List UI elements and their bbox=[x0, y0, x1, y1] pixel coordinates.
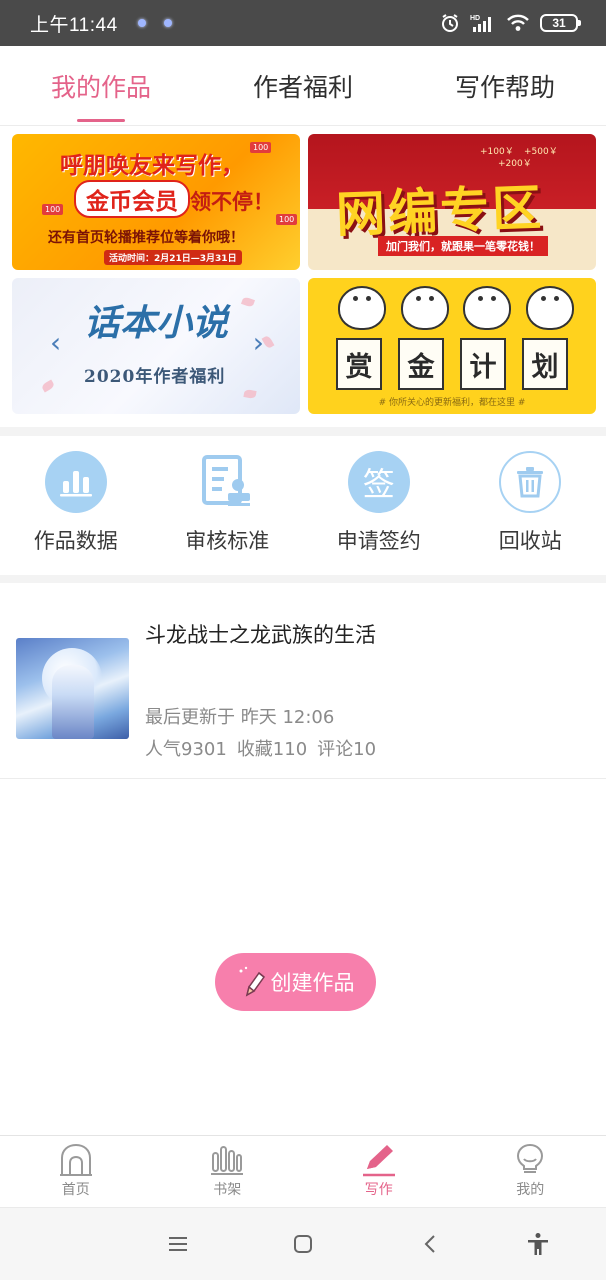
bounty-signs: 赏 金 计 划 bbox=[336, 338, 568, 390]
bounty-sign: 计 bbox=[460, 338, 506, 390]
tool-label: 审核标准 bbox=[185, 529, 270, 553]
nav-write[interactable]: 写作 bbox=[303, 1136, 455, 1207]
trash-bin-icon bbox=[499, 451, 562, 513]
banner-title: 网编专区 bbox=[335, 179, 546, 244]
tool-apply-contract[interactable]: 签 申请签约 bbox=[303, 436, 455, 575]
banner-tag: 100 bbox=[42, 204, 64, 215]
nav-bookshelf[interactable]: 书架 bbox=[152, 1136, 304, 1207]
notification-dot-icon bbox=[137, 19, 146, 27]
create-work-label: 创建作品 bbox=[270, 971, 355, 995]
section-divider bbox=[0, 575, 606, 583]
svg-text:HD: HD bbox=[470, 15, 480, 22]
petal-decoration bbox=[243, 389, 257, 399]
work-title: 斗龙战士之龙武族的生活 bbox=[145, 623, 376, 647]
chevron-left-icon: ‹ bbox=[50, 326, 62, 359]
review-document-icon bbox=[196, 451, 258, 513]
nav-label: 首页 bbox=[61, 1182, 90, 1198]
cat-icon bbox=[525, 286, 574, 330]
tool-row: 作品数据 审核标准 签 申请签约 回收站 bbox=[0, 436, 606, 575]
notification-icons bbox=[137, 19, 172, 27]
work-favorites: 收藏110 bbox=[236, 739, 308, 760]
top-tabs: 我的作品 作者福利 写作帮助 bbox=[0, 46, 606, 126]
wifi-icon bbox=[507, 14, 529, 31]
nav-label: 书架 bbox=[213, 1182, 242, 1198]
back-icon[interactable] bbox=[416, 1230, 444, 1258]
tool-label: 申请签约 bbox=[336, 529, 421, 553]
nav-label: 写作 bbox=[364, 1182, 393, 1198]
petal-decoration bbox=[40, 379, 56, 393]
banner-money-mark: +200￥ bbox=[498, 159, 532, 169]
banner-bounty-plan[interactable]: 赏 金 计 划 # 你所关心的更新福利，都在这里 # bbox=[308, 278, 596, 414]
alarm-icon bbox=[442, 14, 458, 32]
banner-author-welfare[interactable]: ‹ 话本小说 2020年作者福利 › bbox=[12, 278, 300, 414]
bounty-sign: 划 bbox=[522, 338, 568, 390]
system-navigation-bar bbox=[0, 1207, 606, 1280]
cat-icon bbox=[463, 286, 512, 330]
cat-illustrations bbox=[338, 286, 574, 330]
work-list-item[interactable]: 斗龙战士之龙武族的生活 最后更新于 昨天 12:06 人气9301 收藏110 … bbox=[0, 583, 606, 779]
banner-invite-friends[interactable]: 100 100 100 呼朋唤友来写作， 金币会员 领不停！ 还有首页轮播推荐位等… bbox=[12, 134, 300, 270]
banner-tag: 100 bbox=[276, 214, 298, 225]
banner-headline: 呼朋唤友来写作， bbox=[60, 153, 244, 179]
nav-profile[interactable]: 我的 bbox=[455, 1136, 606, 1207]
banner-tag: 100 bbox=[250, 142, 272, 153]
banner-text: 还有首页轮播推荐位等着你哦！ bbox=[48, 230, 244, 246]
bounty-sign: 金 bbox=[398, 338, 444, 390]
home-button-icon[interactable] bbox=[289, 1230, 317, 1258]
menu-icon[interactable] bbox=[164, 1230, 192, 1258]
tool-recycle-bin[interactable]: 回收站 bbox=[455, 436, 606, 575]
accessibility-icon[interactable] bbox=[524, 1230, 552, 1258]
bookshelf-icon bbox=[211, 1146, 244, 1175]
pencil-icon bbox=[362, 1145, 395, 1177]
create-work-button[interactable]: 创建作品 bbox=[215, 953, 376, 1011]
status-bar: 上午11:44 HD 31 bbox=[0, 0, 606, 46]
sign-contract-icon: 签 bbox=[347, 451, 410, 513]
work-comments: 评论10 bbox=[317, 739, 377, 760]
status-indicators: HD 31 bbox=[440, 13, 581, 33]
profile-icon bbox=[517, 1143, 544, 1173]
signal-icon: HD bbox=[470, 15, 491, 32]
banner-subline: 金币会员 领不停！ bbox=[74, 180, 274, 218]
bottom-navigation: 首页 书架 写作 我的 bbox=[0, 1135, 606, 1207]
tool-review-standards[interactable]: 审核标准 bbox=[152, 436, 304, 575]
work-stats: 人气9301 收藏110 评论10 bbox=[145, 735, 376, 761]
cat-icon bbox=[400, 286, 449, 330]
tab-my-works[interactable]: 我的作品 bbox=[0, 46, 202, 125]
banner-grid: 100 100 100 呼朋唤友来写作， 金币会员 领不停！ 还有首页轮播推荐位等… bbox=[12, 134, 596, 414]
pencil-icon bbox=[239, 966, 265, 997]
work-popularity: 人气9301 bbox=[145, 739, 227, 760]
work-updated-time: 最后更新于 昨天 12:06 bbox=[145, 707, 335, 728]
chevron-right-icon: › bbox=[252, 326, 264, 359]
section-divider bbox=[0, 427, 606, 436]
banner-subtitle: 2020年作者福利 bbox=[84, 367, 226, 387]
bar-chart-icon bbox=[44, 451, 107, 513]
coin-member-badge: 金币会员 bbox=[74, 180, 190, 218]
cover-character-art bbox=[52, 665, 94, 739]
battery-icon: 31 bbox=[540, 14, 581, 32]
banner-subtitle: 加门我们，就跟果一笔零花钱！ bbox=[378, 236, 548, 256]
bounty-sign: 赏 bbox=[336, 338, 382, 390]
banner-footer: # 你所关心的更新福利，都在这里 # bbox=[378, 398, 526, 408]
cat-icon bbox=[338, 286, 386, 330]
banner-date: 活动时间：2月21日—3月31日 bbox=[104, 250, 242, 265]
banner-subline-tail: 领不停！ bbox=[190, 190, 274, 214]
tab-writing-help[interactable]: 写作帮助 bbox=[404, 46, 606, 125]
nav-label: 我的 bbox=[516, 1182, 545, 1198]
work-cover-image bbox=[16, 638, 129, 739]
notification-dot-icon bbox=[163, 19, 172, 27]
home-icon bbox=[59, 1143, 92, 1176]
petal-decoration bbox=[240, 296, 256, 308]
status-time: 上午11:44 bbox=[30, 14, 118, 36]
tool-work-data[interactable]: 作品数据 bbox=[0, 436, 152, 575]
banner-title: 话本小说 bbox=[84, 302, 229, 344]
nav-home[interactable]: 首页 bbox=[0, 1136, 152, 1207]
tab-author-benefits[interactable]: 作者福利 bbox=[202, 46, 404, 125]
banner-editor-zone[interactable]: +100￥ +500￥ +200￥ 网编专区 加门我们，就跟果一笔零花钱！ bbox=[308, 134, 596, 270]
tool-label: 回收站 bbox=[498, 529, 562, 553]
tool-label: 作品数据 bbox=[33, 529, 118, 553]
